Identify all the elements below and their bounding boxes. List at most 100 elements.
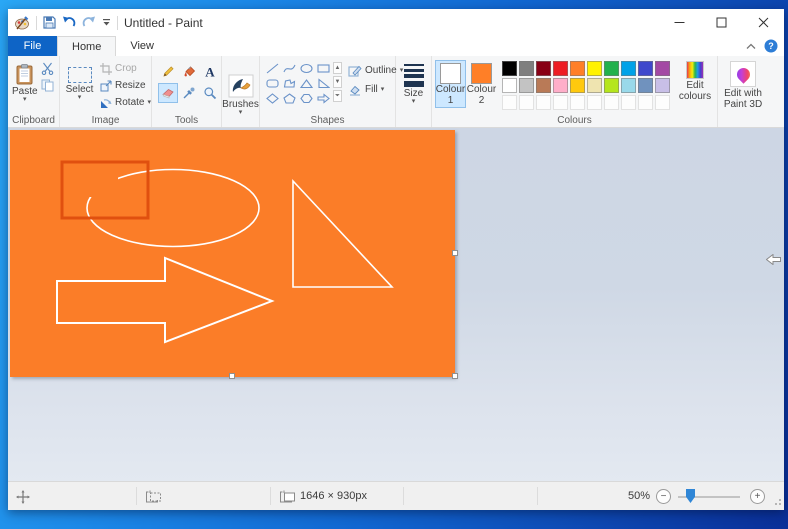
rotate-label: Rotate [115, 97, 145, 108]
shapes-scroll-up-icon[interactable]: ▲ [333, 62, 342, 74]
palette-swatch[interactable] [587, 61, 602, 76]
palette-swatch[interactable] [655, 78, 670, 93]
palette-swatch[interactable] [621, 78, 636, 93]
minimize-button[interactable] [658, 9, 700, 36]
resize-label: Resize [115, 80, 146, 91]
redo-button[interactable] [82, 16, 96, 29]
zoom-in-button[interactable]: + [750, 489, 765, 504]
undo-button[interactable] [62, 16, 76, 29]
text-tool[interactable]: A [200, 62, 220, 82]
brushes-button[interactable]: Brushes ▾ [222, 68, 259, 116]
palette-swatch[interactable] [536, 61, 551, 76]
shapes-scroll-down-icon[interactable]: ▼ [333, 76, 342, 88]
resize-button[interactable]: Resize [100, 78, 151, 93]
palette-swatch[interactable] [553, 61, 568, 76]
shape-rounded-rectangle[interactable] [264, 76, 280, 90]
fill-button[interactable]: Fill ▾ [348, 83, 403, 96]
palette-swatch[interactable] [638, 61, 653, 76]
shape-curve[interactable] [281, 61, 297, 75]
shape-pentagon[interactable] [281, 91, 297, 105]
customize-quick-access-icon[interactable] [102, 18, 111, 27]
palette-swatch[interactable] [587, 78, 602, 93]
palette-swatch[interactable] [570, 78, 585, 93]
collapse-ribbon-icon[interactable] [746, 43, 756, 50]
zoom-slider-handle[interactable] [686, 489, 695, 503]
canvas-resize-handle-corner[interactable] [452, 373, 458, 379]
colour-picker-tool[interactable] [179, 83, 199, 103]
size-button[interactable]: Size ▾ [403, 56, 424, 105]
palette-swatch[interactable] [519, 61, 534, 76]
palette-swatch[interactable] [536, 78, 551, 93]
clipboard-group-label: Clipboard [12, 115, 55, 126]
group-image: Select ▾ Crop Resize Rotate ▾ Image [60, 56, 152, 127]
eraser-tool[interactable] [158, 83, 178, 103]
close-button[interactable] [742, 9, 784, 36]
magnifier-tool[interactable] [200, 83, 220, 103]
palette-swatch[interactable] [604, 78, 619, 93]
palette-swatch[interactable] [604, 61, 619, 76]
palette-swatch[interactable] [655, 61, 670, 76]
palette-swatch-empty[interactable] [638, 95, 653, 110]
zoom-out-button[interactable]: − [656, 489, 671, 504]
zoom-level-text: 50% [628, 490, 651, 502]
svg-text:A: A [205, 65, 215, 79]
help-icon[interactable]: ? [764, 39, 778, 53]
canvas-resize-handle-right[interactable] [452, 250, 458, 256]
select-button[interactable]: Select ▾ [63, 60, 96, 110]
shape-triangle[interactable] [298, 76, 314, 90]
tab-file[interactable]: File [8, 36, 57, 56]
shape-polygon[interactable] [281, 76, 297, 90]
copy-button[interactable] [41, 79, 54, 92]
shape-diamond[interactable] [264, 91, 280, 105]
window-resize-grip[interactable] [773, 499, 781, 507]
dropdown-arrow-icon: ▾ [411, 97, 416, 105]
paint-canvas[interactable] [10, 130, 455, 377]
erased-area [72, 161, 118, 197]
palette-swatch[interactable] [621, 61, 636, 76]
palette-swatch-empty[interactable] [621, 95, 636, 110]
palette-swatch[interactable] [570, 61, 585, 76]
colour2-button[interactable]: Colour 2 [466, 60, 497, 108]
colour1-button[interactable]: Colour 1 [435, 60, 466, 108]
tab-home[interactable]: Home [57, 36, 117, 56]
window-controls [658, 9, 784, 36]
cut-button[interactable] [41, 62, 54, 75]
group-paint3d: Edit with Paint 3D [718, 56, 768, 127]
maximize-button[interactable] [700, 9, 742, 36]
dropdown-arrow-icon: ▾ [238, 109, 243, 116]
ribbon-tabs: File Home View ? [8, 36, 784, 56]
palette-swatch[interactable] [553, 78, 568, 93]
canvas-size-icon [280, 490, 295, 503]
palette-swatch-empty[interactable] [570, 95, 585, 110]
paste-button[interactable]: Paste ▾ [12, 60, 38, 103]
canvas-resize-handle-bottom[interactable] [229, 373, 235, 379]
shapes-more-icon[interactable]: ⏷ [333, 90, 342, 102]
palette-swatch[interactable] [519, 78, 534, 93]
palette-swatch-empty[interactable] [519, 95, 534, 110]
palette-swatch-empty[interactable] [536, 95, 551, 110]
palette-swatch-empty[interactable] [655, 95, 670, 110]
palette-swatch-empty[interactable] [502, 95, 517, 110]
pencil-tool[interactable] [158, 62, 178, 82]
shape-right-triangle[interactable] [315, 76, 331, 90]
tab-view[interactable]: View [116, 36, 168, 56]
palette-swatch[interactable] [502, 61, 517, 76]
edit-with-paint3d-button[interactable]: Edit with Paint 3D [718, 56, 768, 110]
save-button[interactable] [43, 16, 56, 29]
rotate-button[interactable]: Rotate ▾ [100, 95, 151, 110]
palette-swatch-empty[interactable] [553, 95, 568, 110]
palette-swatch-empty[interactable] [587, 95, 602, 110]
divider [270, 487, 271, 505]
shape-line[interactable] [264, 61, 280, 75]
shape-right-arrow[interactable] [315, 91, 331, 105]
shape-ellipse[interactable] [298, 61, 314, 75]
palette-swatch-empty[interactable] [604, 95, 619, 110]
outline-button[interactable]: Outline ▾ [348, 64, 403, 77]
palette-swatch[interactable] [638, 78, 653, 93]
shape-rectangle[interactable] [315, 61, 331, 75]
fill-with-colour-tool[interactable] [179, 62, 199, 82]
crop-button: Crop [100, 61, 151, 76]
shape-hexagon[interactable] [298, 91, 314, 105]
edit-colours-button[interactable]: Edit colours [674, 60, 716, 102]
palette-swatch[interactable] [502, 78, 517, 93]
